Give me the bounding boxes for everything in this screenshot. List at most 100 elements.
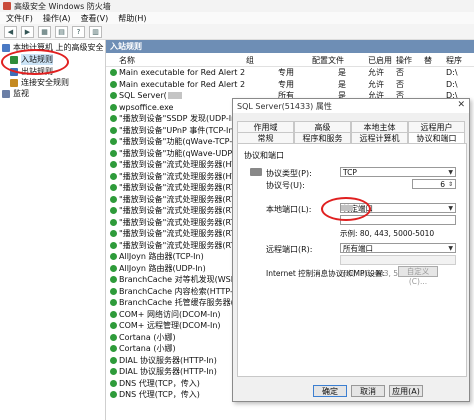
remote-port-label: 远程端口(R): (266, 245, 313, 254)
rule-name: AllJoyn 路由器(UDP-In) (119, 263, 206, 273)
back-icon[interactable]: ◀ (4, 25, 17, 38)
console-tree-icon[interactable]: ▦ (38, 25, 51, 38)
menu-action[interactable]: 操作(A) (43, 13, 71, 24)
enabled-status-icon (110, 115, 117, 122)
cancel-button[interactable]: 取消 (351, 385, 385, 397)
close-icon[interactable]: ✕ (457, 100, 465, 110)
enabled-status-icon (110, 92, 117, 99)
table-row[interactable]: Main executable for Red Alert 2 专用 是 允许 否 D:\ (106, 67, 474, 79)
remote-port-value: 所有端口 (343, 244, 373, 253)
menu-view[interactable]: 查看(V) (81, 13, 109, 24)
rule-name: "播放到设备"SSDP 发现(UDP-In) (119, 114, 240, 123)
rule-override: 否 (396, 68, 404, 77)
tab-general[interactable]: 常规 (237, 132, 294, 143)
rule-enabled: 是 (338, 68, 346, 77)
tab-row-2: 常规 程序和服务 远程计算机 协议和端口 (237, 132, 465, 143)
rule-name: DIAL 协议服务器(HTTP-In) (119, 355, 217, 365)
rule-name: Main executable for Red Alert 2 (119, 79, 246, 89)
action-pane-icon[interactable]: ▥ (89, 25, 102, 38)
rule-name: AllJoyn 路由器(TCP-In) (119, 252, 204, 261)
chevron-down-icon: ▼ (448, 205, 453, 212)
tab-scope[interactable]: 作用域 (237, 121, 294, 132)
enabled-status-icon (110, 80, 117, 88)
tab-row-1: 作用域 高级 本地主体 远程用户 (237, 121, 465, 132)
chevron-down-icon: ▼ (448, 245, 453, 252)
enabled-status-icon (110, 207, 117, 214)
apply-button[interactable]: 应用(A) (389, 385, 423, 397)
enabled-status-icon (110, 195, 117, 203)
monitoring-icon (2, 89, 10, 98)
enabled-status-icon (110, 218, 117, 226)
console-tree: 本地计算机 上的高级安全 Wind 入站规则 出站规则 连接安全规则 监视 (0, 40, 106, 420)
enabled-status-icon (110, 322, 117, 329)
enabled-status-icon (110, 299, 117, 306)
enabled-status-icon (110, 172, 117, 180)
connection-security-icon (10, 78, 18, 87)
rule-action: 允许 (368, 68, 384, 77)
rule-action: 允许 (368, 79, 384, 89)
remote-port-select[interactable]: 所有端口 ▼ (340, 243, 456, 253)
col-program[interactable]: 程序 (446, 55, 462, 66)
tab-protocols-ports[interactable]: 协议和端口 (408, 132, 465, 143)
rule-name: "播放到设备"功能(qWave-TCP-In) (119, 137, 243, 146)
help-icon[interactable]: ? (72, 25, 85, 38)
enabled-status-icon (110, 391, 117, 398)
tab-programs-services[interactable]: 程序和服务 (294, 132, 351, 143)
col-name[interactable]: 名称 (119, 55, 135, 66)
toolbar: ◀ ▶ ▦ ▤ ? ▥ (0, 24, 474, 40)
title-bar: 高级安全 Windows 防火墙 (0, 0, 474, 12)
protocol-type-select[interactable]: TCP ▼ (340, 167, 456, 177)
rule-name: wpsoffice.exe (119, 102, 174, 112)
tree-item-connection-security[interactable]: 连接安全规则 (10, 77, 69, 88)
enabled-status-icon (110, 379, 117, 387)
enabled-status-icon (110, 310, 117, 318)
chevron-down-icon: ▼ (448, 169, 453, 176)
blurred-port-value (341, 205, 353, 211)
customize-button[interactable]: 自定义(C)... (398, 266, 438, 286)
rule-name: DNS 代理(TCP，传入) (119, 378, 200, 388)
spinner-icon: ⇕ (447, 181, 453, 188)
rule-name: Main executable for Red Alert 2 (119, 68, 246, 77)
rule-program: D:\ (446, 68, 458, 77)
enabled-status-icon (110, 368, 117, 375)
remote-port-input[interactable] (340, 255, 456, 265)
local-port-label: 本地端口(L): (266, 205, 312, 214)
protocol-type-label: 协议类型(P): (266, 169, 312, 178)
properties-icon[interactable]: ▤ (55, 25, 68, 38)
rule-profile: 专用 (278, 68, 294, 77)
tab-remote-computers[interactable]: 远程计算机 (351, 132, 408, 143)
blurred-port-value (168, 92, 182, 99)
table-row[interactable]: Main executable for Red Alert 2 专用 是 允许 否 D:\ (106, 79, 474, 91)
firewall-icon (2, 43, 10, 52)
protocol-number-label: 协议号(U): (266, 181, 305, 190)
rule-name: "播放到设备"UPnP 事件(TCP-In) (119, 125, 237, 135)
tab-advanced[interactable]: 高级 (294, 121, 351, 132)
rule-name: BranchCache 内容检索(HTTP-In) (119, 286, 244, 296)
enabled-status-icon (110, 161, 117, 168)
rule-override: 否 (396, 79, 404, 89)
tree-item-monitoring[interactable]: 监视 (2, 88, 29, 99)
col-action[interactable]: 操作 (396, 55, 412, 66)
protocol-type-value: TCP (343, 168, 357, 177)
tab-remote-users[interactable]: 远程用户 (408, 121, 465, 132)
col-profile[interactable]: 配置文件 (312, 55, 344, 66)
rule-name: COM+ 网络访问(DCOM-In) (119, 309, 221, 319)
rule-profile: 专用 (278, 79, 294, 89)
dialog-title-bar: SQL Server(51433) 属性 ✕ (233, 99, 469, 113)
protocol-number-spinner[interactable]: 6 ⇕ (412, 179, 456, 189)
col-override[interactable]: 替 (424, 55, 432, 66)
enabled-status-icon (110, 276, 117, 283)
col-enabled[interactable]: 已启用 (368, 55, 392, 66)
enabled-status-icon (110, 356, 117, 364)
tab-local-principals[interactable]: 本地主体 (351, 121, 408, 132)
column-header: 名称 组 配置文件 已启用 操作 替 程序 (106, 54, 474, 67)
ok-button[interactable]: 确定 (313, 385, 347, 397)
local-port-example: 示例: 80, 443, 5000-5010 (340, 229, 435, 238)
rule-name: "播放到设备"功能(qWave-UDP-In) (119, 148, 246, 158)
enabled-status-icon (110, 126, 117, 134)
menu-help[interactable]: 帮助(H) (118, 13, 146, 24)
col-group[interactable]: 组 (246, 55, 254, 66)
enabled-status-icon (110, 333, 117, 341)
forward-icon[interactable]: ▶ (21, 25, 34, 38)
menu-file[interactable]: 文件(F) (6, 13, 33, 24)
